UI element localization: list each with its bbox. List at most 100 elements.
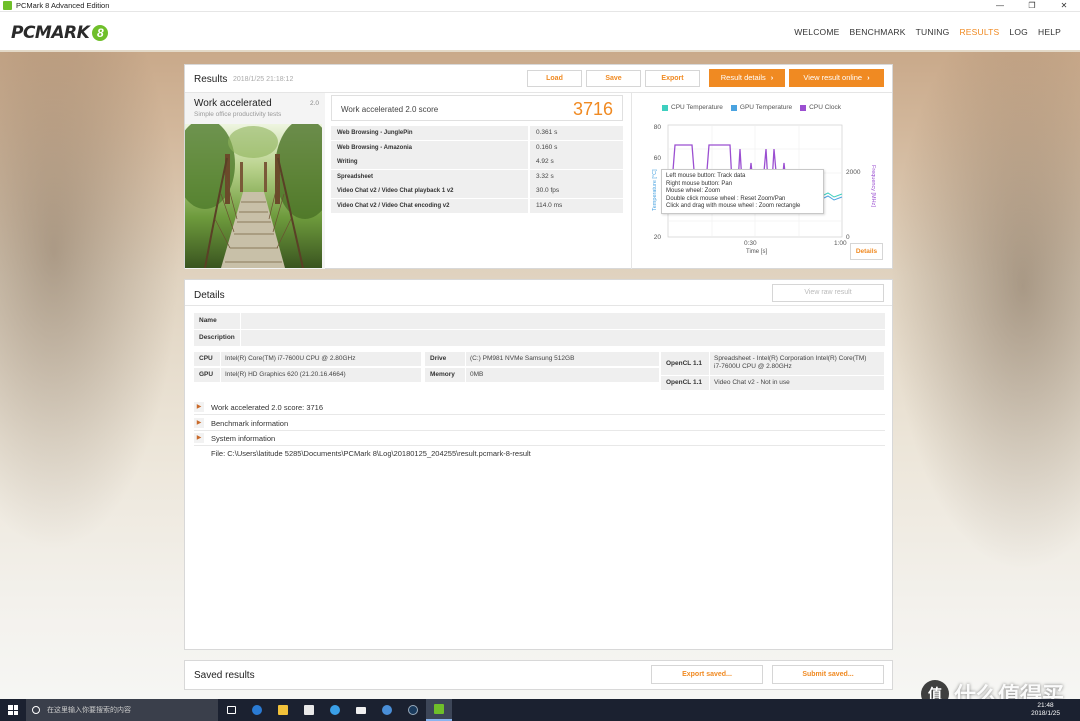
logo-text: PCMARK: [11, 23, 90, 43]
chevron-right-icon: ▶: [194, 418, 204, 428]
legend-swatch: [662, 104, 668, 111]
app-icon-blue[interactable]: [374, 699, 400, 721]
chart-details-button[interactable]: Details: [850, 243, 883, 260]
legend-item[interactable]: CPU Clock: [800, 104, 841, 111]
nav-welcome[interactable]: WELCOME: [789, 27, 844, 37]
legend-item[interactable]: GPU Temperature: [730, 104, 792, 111]
opencl-value-line: i7-7600U CPU @ 2.80GHz: [714, 363, 792, 370]
opencl-row-2: OpenCL 1.1 Video Chat v2 - Not in use: [661, 376, 884, 390]
score-value: 3716: [572, 99, 613, 119]
minimize-button[interactable]: —: [984, 0, 1016, 12]
store-icon[interactable]: [296, 699, 322, 721]
chevron-right-icon: ›: [770, 73, 774, 82]
chart-legend: CPU Temperature GPU Temperature CPU Cloc…: [662, 104, 841, 111]
expander-benchmark-information[interactable]: ▶ Benchmark information: [194, 416, 885, 431]
result-details-label: Result details: [720, 73, 766, 82]
description-value: [241, 330, 885, 346]
expander-label: System information: [211, 433, 276, 443]
browser-icon[interactable]: [322, 699, 348, 721]
bridge-illustration: [185, 124, 322, 268]
opencl-row-1: OpenCL 1.1 Spreadsheet - Intel(R) Corpor…: [661, 352, 884, 375]
score-area: Work accelerated 2.0 score 3716 Web Brow…: [331, 95, 623, 267]
x-axis-label: Time [s]: [746, 249, 767, 255]
view-raw-result-button[interactable]: View raw result: [772, 284, 884, 302]
saved-results-title: Saved results: [194, 670, 255, 681]
app-header: PCMARK 8 WELCOME BENCHMARK TUNING RESULT…: [0, 12, 1080, 52]
expander-label: Work accelerated 2.0 score: 3716: [211, 402, 324, 412]
search-placeholder: 在这里输入你要搜索的内容: [47, 707, 131, 714]
taskbar-clock[interactable]: 21:48 2018/1/25: [1025, 702, 1066, 718]
view-online-button[interactable]: View result online ›: [789, 69, 884, 87]
task-view-icon[interactable]: [218, 699, 244, 721]
subtest-name: Web Browsing - JunglePin: [331, 126, 528, 140]
app-icon: [3, 1, 12, 10]
opencl-value: Video Chat v2 - Not in use: [710, 376, 884, 390]
y-tick-80: 80: [654, 124, 662, 131]
tooltip-line: Left mouse button: Track data: [666, 173, 746, 179]
start-button[interactable]: [0, 699, 26, 721]
drive-row: Drive (C:) PM981 NVMe Samsung 512GB: [425, 352, 659, 366]
clock-date: 2018/1/25: [1031, 710, 1060, 717]
pcmark-taskbar-icon[interactable]: [426, 699, 452, 721]
export-button[interactable]: Export: [645, 70, 700, 87]
edge-browser-icon[interactable]: [244, 699, 270, 721]
window-titlebar: PCMark 8 Advanced Edition — ❐ ✕: [0, 0, 1080, 12]
score-label: Work accelerated 2.0 score: [341, 105, 439, 114]
close-button[interactable]: ✕: [1048, 0, 1080, 12]
main-nav: WELCOME BENCHMARK TUNING RESULTS LOG HEL…: [789, 27, 1066, 37]
x-tick-0-30: 0:30: [744, 240, 757, 247]
logo-badge: 8: [92, 25, 109, 41]
y-axis-label-right: Frequency [MHz]: [870, 165, 876, 207]
tooltip-line: Double click mouse wheel : Reset Zoom/Pa…: [666, 195, 786, 202]
gpu-label: GPU: [194, 368, 220, 382]
result-details-button[interactable]: Result details ›: [709, 69, 785, 87]
steam-icon[interactable]: [400, 699, 426, 721]
results-panel: Results 2018/1/25 21:18:12 Load Save Exp…: [184, 64, 893, 269]
nav-help[interactable]: HELP: [1033, 27, 1066, 37]
subtest-table: Web Browsing - JunglePin 0.361 s Web Bro…: [331, 126, 623, 214]
mail-icon[interactable]: [348, 699, 374, 721]
table-row: Writing 4.92 s: [331, 155, 623, 170]
system-tray: 21:48 2018/1/25: [1025, 699, 1080, 721]
table-row: Web Browsing - JunglePin 0.361 s: [331, 126, 623, 140]
nav-tuning[interactable]: TUNING: [911, 27, 955, 37]
maximize-button[interactable]: ❐: [1016, 0, 1048, 12]
legend-item[interactable]: CPU Temperature: [662, 104, 723, 111]
cortana-icon: [32, 706, 40, 714]
name-row: Name: [194, 313, 885, 329]
export-saved-button[interactable]: Export saved...: [651, 665, 763, 684]
y-tick-20: 20: [654, 234, 662, 241]
notification-icon[interactable]: [1066, 699, 1080, 721]
subtest-name: Web Browsing - Amazonia: [331, 140, 528, 155]
subtest-name: Writing: [331, 155, 528, 170]
window-controls: — ❐ ✕: [984, 0, 1080, 12]
monitoring-chart[interactable]: 80 60 20 2000 0 0:30 1:00 Time [s] Tempe…: [631, 93, 893, 269]
subtest-value: 114.0 ms: [530, 198, 623, 213]
load-button[interactable]: Load: [527, 70, 582, 87]
window-title: PCMark 8 Advanced Edition: [16, 1, 110, 10]
test-version: 2.0: [309, 100, 319, 107]
nav-log[interactable]: LOG: [1004, 27, 1033, 37]
nav-results[interactable]: RESULTS: [954, 27, 1004, 37]
nav-benchmark[interactable]: BENCHMARK: [845, 27, 911, 37]
expander-system-information[interactable]: ▶ System information: [194, 431, 885, 446]
saved-results-panel: Saved results Export saved... Submit sav…: [184, 660, 893, 690]
cpu-value: Intel(R) Core(TM) i7-7600U CPU @ 2.80GHz: [221, 352, 421, 366]
x-tick-1-00: 1:00: [834, 240, 847, 247]
submit-saved-button[interactable]: Submit saved...: [772, 665, 884, 684]
expander-score[interactable]: ▶ Work accelerated 2.0 score: 3716: [194, 400, 885, 415]
file-explorer-icon[interactable]: [270, 699, 296, 721]
subtest-value: 4.92 s: [530, 155, 623, 170]
legend-swatch: [730, 104, 737, 111]
windows-logo-icon: [8, 705, 18, 715]
legend-swatch: [800, 104, 807, 111]
tooltip-line: Click and drag with mouse wheel : Zoom r…: [666, 203, 801, 210]
score-box: Work accelerated 2.0 score 3716: [331, 95, 623, 121]
name-value: [241, 313, 885, 329]
opencl-value-line: Spreadsheet - Intel(R) Corporation Intel…: [714, 355, 867, 362]
chevron-right-icon: ›: [867, 73, 870, 82]
cpu-label: CPU: [194, 352, 220, 366]
taskbar-search[interactable]: 在这里输入你要搜索的内容: [26, 699, 218, 721]
save-button[interactable]: Save: [586, 70, 641, 87]
y-right-tick-2000: 2000: [846, 169, 861, 176]
